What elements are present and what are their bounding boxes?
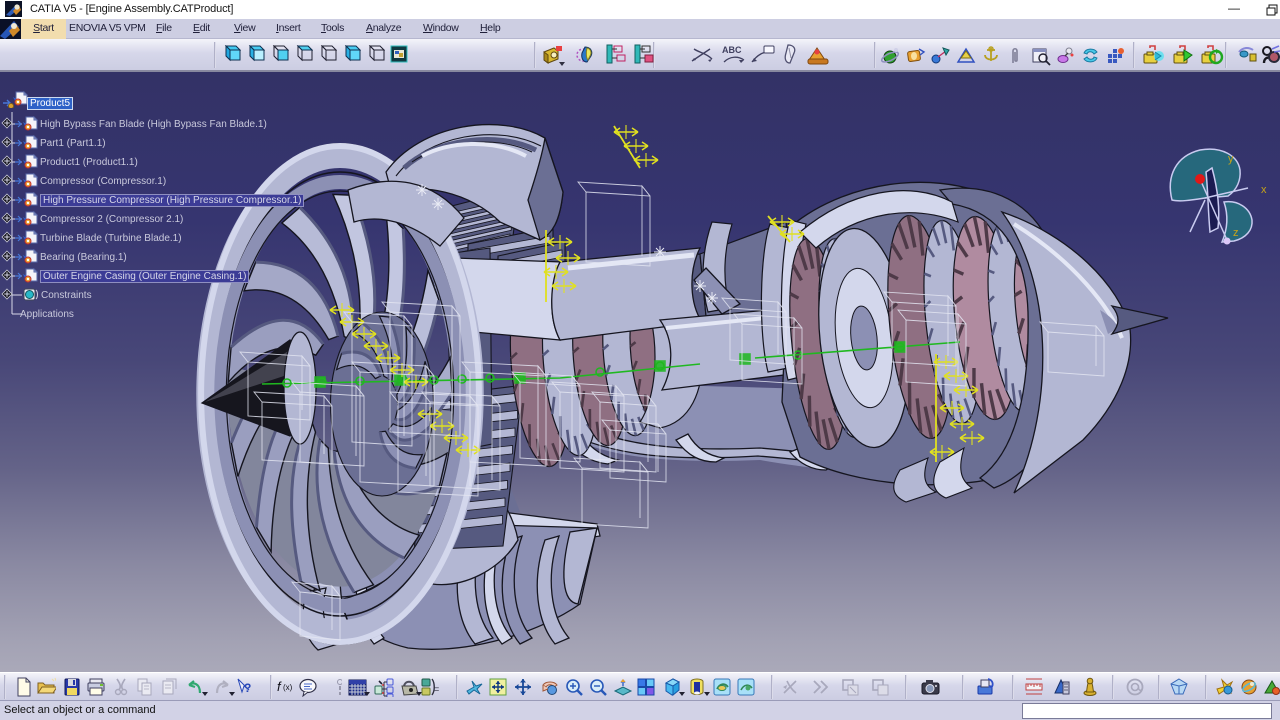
svg-text:ABC: ABC <box>722 45 742 55</box>
svg-text:?: ? <box>244 681 251 695</box>
svg-text:x: x <box>1261 184 1267 196</box>
svg-text:=: = <box>434 684 439 694</box>
svg-text:(x): (x) <box>283 683 293 692</box>
svg-text:y: y <box>1228 153 1234 165</box>
svg-text:f: f <box>277 679 282 694</box>
svg-text:z: z <box>1233 227 1239 239</box>
